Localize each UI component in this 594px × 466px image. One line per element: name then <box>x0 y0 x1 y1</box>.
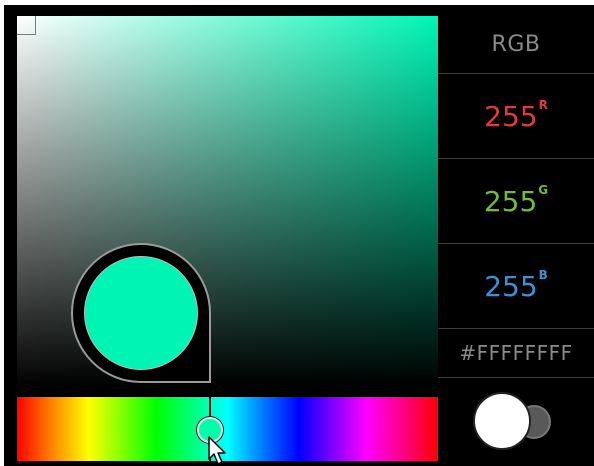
green-channel-value: 255G <box>483 183 549 218</box>
green-channel-superscript: G <box>538 183 549 198</box>
red-channel-value: 255R <box>484 98 548 133</box>
red-value-text: 255 <box>484 99 538 133</box>
color-mode-label: RGB <box>491 32 541 57</box>
color-values-panel: RGB 255R 255G 255B #FFFFFFFF <box>438 16 594 466</box>
color-preview-bubble <box>71 243 211 383</box>
hex-field[interactable]: #FFFFFFFF <box>438 328 594 377</box>
red-channel-superscript: R <box>538 98 548 113</box>
blue-channel-value: 255B <box>484 268 548 303</box>
saturation-value-field[interactable] <box>17 16 438 387</box>
blue-value-text: 255 <box>484 269 538 303</box>
color-picker: RGB 255R 255G 255B #FFFFFFFF <box>4 5 594 466</box>
color-preview-swatch <box>84 256 198 370</box>
hex-value: #FFFFFFFF <box>459 341 573 365</box>
new-color-swatch[interactable] <box>473 392 531 450</box>
green-value-text: 255 <box>483 184 538 218</box>
mouse-pointer-icon <box>208 436 226 465</box>
sv-corner-handle[interactable] <box>17 16 36 35</box>
color-mode-toggle[interactable]: RGB <box>438 16 594 73</box>
swatch-pair <box>471 390 561 454</box>
blue-channel-field[interactable]: 255B <box>438 243 594 328</box>
blue-channel-superscript: B <box>538 268 548 283</box>
swatch-compare <box>438 377 594 466</box>
green-channel-field[interactable]: 255G <box>438 158 594 243</box>
red-channel-field[interactable]: 255R <box>438 73 594 158</box>
